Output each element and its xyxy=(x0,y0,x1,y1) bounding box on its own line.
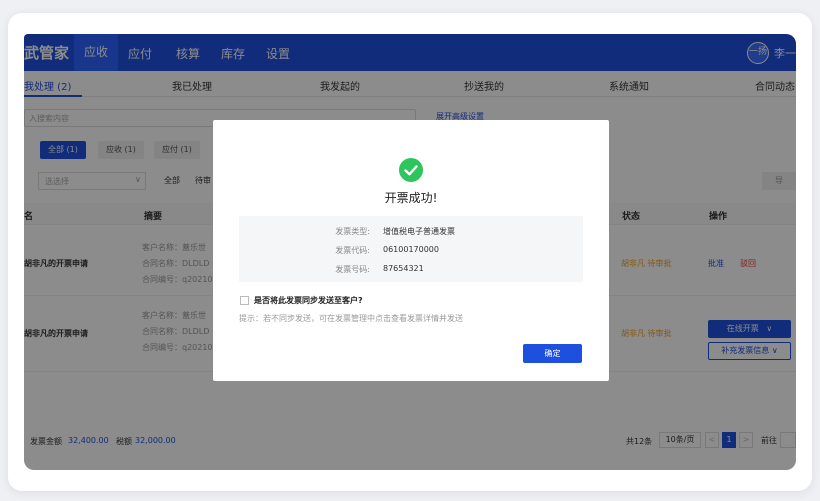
sync-to-customer-checkbox[interactable] xyxy=(240,296,249,305)
invoice-info-box: 发票类型: 增值税电子普通发票 发票代码: 06100170000 发票号码: … xyxy=(239,216,583,282)
invoice-type-value: 增值税电子普通发票 xyxy=(383,227,455,236)
invoice-type-label: 发票类型: xyxy=(335,227,370,236)
success-check-icon xyxy=(399,158,423,182)
confirm-button[interactable]: 确定 xyxy=(523,344,582,363)
dialog-hint: 提示：若不同步发送，可在发票管理中点击查看发票详情并发送 xyxy=(239,314,463,323)
sync-to-customer-label[interactable]: 是否将此发票同步发送至客户? xyxy=(254,295,363,306)
invoice-code-label: 发票代码: xyxy=(335,246,370,255)
invoice-success-dialog: 开票成功! 发票类型: 增值税电子普通发票 发票代码: 06100170000 … xyxy=(213,120,609,381)
invoice-number-label: 发票号码: xyxy=(335,265,370,274)
invoice-code-value: 06100170000 xyxy=(383,245,439,254)
invoice-number-value: 87654321 xyxy=(383,264,424,273)
dialog-title: 开票成功! xyxy=(384,191,438,205)
